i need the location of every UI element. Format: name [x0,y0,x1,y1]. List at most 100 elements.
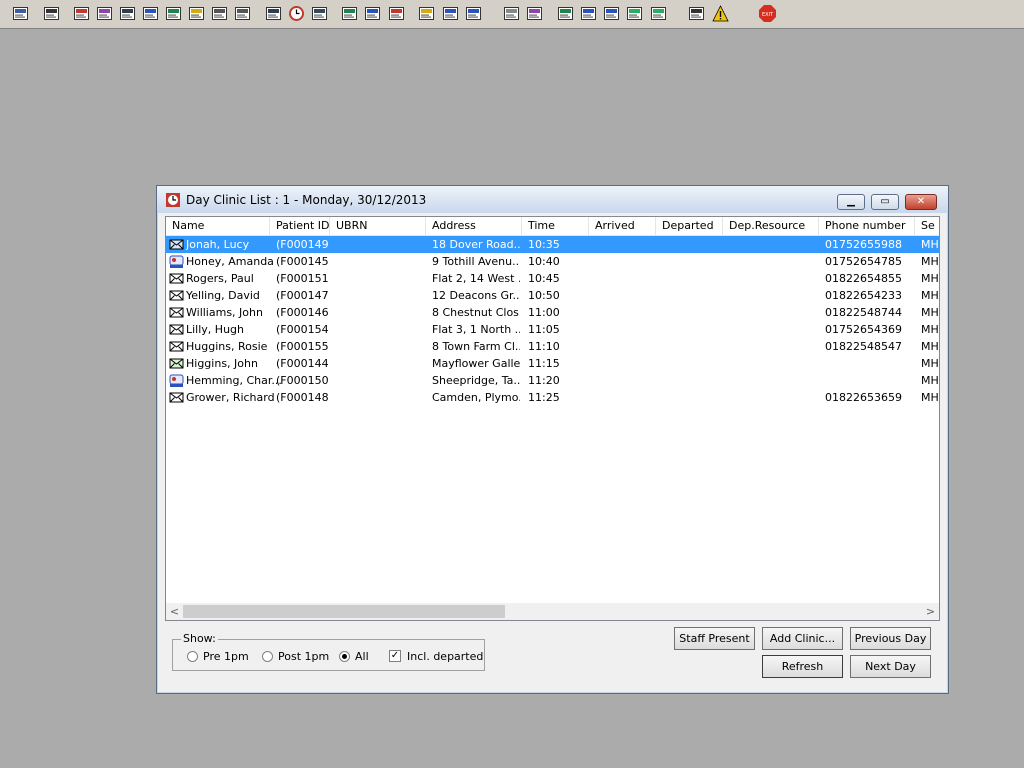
cell-time: 10:50 [528,289,560,302]
green-arrow-icon[interactable] [648,3,669,24]
staff-present-button[interactable]: Staff Present [674,627,755,650]
envelope-green-icon [169,358,184,369]
chart-icon[interactable] [339,3,360,24]
incl-departed-label[interactable]: Incl. departed [407,650,483,663]
cell-arrived [595,338,654,355]
incl-departed-checkbox[interactable]: ✓ [389,650,401,662]
minimize-button[interactable]: ▁ [837,194,865,210]
add-clinic-button[interactable]: Add Clinic... [762,627,843,650]
column-header-address[interactable]: Address [426,217,522,235]
table-row[interactable]: Rogers, Paul (F000151) Flat 2, 14 West ...… [166,270,939,287]
cell-phone: 01822653659 [825,391,902,404]
check-arrow-icon[interactable] [601,3,622,24]
post-1pm-radio[interactable] [262,651,273,662]
previous-day-button[interactable]: Previous Day [850,627,931,650]
cell-phone: 01752654785 [825,255,902,268]
cell-name: Rogers, Paul [186,272,254,285]
scroll-right-icon[interactable]: > [922,603,939,620]
cell-ubrn [336,236,424,253]
cell-pid: (F000148) [276,391,328,404]
column-header-dep-resource[interactable]: Dep.Resource [723,217,819,235]
exit-icon[interactable]: EXIT [757,3,778,24]
flag-alt-icon[interactable] [232,3,253,24]
cell-ubrn [336,270,424,287]
window-title: Day Clinic List : 1 - Monday, 30/12/2013 [186,193,427,207]
table-row[interactable]: Huggins, Rosie (F000155) 8 Town Farm Cl...… [166,338,939,355]
column-header-arrived[interactable]: Arrived [589,217,656,235]
envelope-icon [169,341,184,352]
printer-icon[interactable] [41,3,62,24]
close-button[interactable]: ✕ [905,194,937,210]
table-row[interactable]: Jonah, Lucy (F000149) 18 Dover Road... 10:3… [166,236,939,253]
clock-icon[interactable] [286,3,307,24]
transport-icon[interactable] [463,3,484,24]
table-row[interactable]: Grower, Richard (F000148) Camden, Plymo...… [166,389,939,406]
green-check-icon[interactable] [624,3,645,24]
globe-icon[interactable] [555,3,576,24]
cell-se: MH [921,323,939,336]
notes-icon[interactable] [416,3,437,24]
user-search-icon[interactable] [10,3,31,24]
cell-dep [729,372,817,389]
title-bar[interactable]: Day Clinic List : 1 - Monday, 30/12/2013… [157,186,948,213]
column-header-departed[interactable]: Departed [656,217,723,235]
cell-time: 11:25 [528,391,560,404]
refresh-button[interactable]: Refresh [762,655,843,678]
chat-icon[interactable] [362,3,383,24]
warning-icon[interactable] [710,3,731,24]
table-row[interactable]: Higgins, John (F000144) Mayflower Galle...… [166,355,939,372]
pre-1pm-radio[interactable] [187,651,198,662]
cell-se: MH [921,391,939,404]
document-icon[interactable] [501,3,522,24]
column-header-ubrn[interactable]: UBRN [330,217,426,235]
table-row[interactable]: Yelling, David (F000147) 12 Deacons Gr... 1… [166,287,939,304]
cell-ubrn [336,389,424,406]
cell-phone: 01822654855 [825,272,902,285]
car-icon[interactable] [440,3,461,24]
table-row[interactable]: Williams, John (F000146) 8 Chestnut Clos..… [166,304,939,321]
folder-view-icon[interactable] [117,3,138,24]
clinic-list[interactable]: Name Patient ID UBRN Address Time Arrived Depa… [165,216,940,621]
table-row[interactable]: Honey, Amanda (F000145) 9 Tothill Avenu...… [166,253,939,270]
cell-name: Grower, Richard [186,391,275,404]
column-header-se[interactable]: Se [915,217,939,235]
column-header-patient-id[interactable]: Patient ID [270,217,330,235]
cell-phone: 01752655988 [825,238,902,251]
horizontal-scrollbar[interactable]: < > [166,603,939,620]
monitor-icon[interactable] [309,3,330,24]
book-icon[interactable] [71,3,92,24]
flag-icon[interactable] [209,3,230,24]
bar-chart-icon[interactable] [524,3,545,24]
table-row[interactable]: Lilly, Hugh (F000154) Flat 3, 1 North ... 1… [166,321,939,338]
cell-name: Hemming, Char... [186,374,282,387]
cell-time: 10:40 [528,255,560,268]
next-day-button[interactable]: Next Day [850,655,931,678]
check-list-icon[interactable] [578,3,599,24]
column-header-time[interactable]: Time [522,217,589,235]
compass-icon[interactable] [386,3,407,24]
letter-m-icon[interactable] [140,3,161,24]
column-header-phone-number[interactable]: Phone number [819,217,915,235]
cell-se: MH [921,238,939,251]
scroll-left-icon[interactable]: < [166,603,183,620]
cell-address: 8 Town Farm Cl... [432,340,520,353]
swap-arrows-icon[interactable] [686,3,707,24]
cell-pid: (F000146) [276,306,328,319]
pre-1pm-label[interactable]: Pre 1pm [203,650,249,663]
cell-dep [729,321,817,338]
table-row[interactable]: Hemming, Char... (F000150) Sheepridge, Ta.… [166,372,939,389]
all-radio[interactable] [339,651,350,662]
envelope-icon[interactable] [263,3,284,24]
cell-arrived [595,321,654,338]
maximize-button[interactable]: ▭ [871,194,899,210]
notepad-edit-icon[interactable] [94,3,115,24]
column-header-name[interactable]: Name [166,217,270,235]
person-icon[interactable] [163,3,184,24]
all-label[interactable]: All [355,650,369,663]
cell-departed [662,321,721,338]
clipboard-icon[interactable] [186,3,207,24]
close-icon: ✕ [916,196,926,207]
cell-dep [729,338,817,355]
scrollbar-thumb[interactable] [183,605,505,618]
post-1pm-label[interactable]: Post 1pm [278,650,329,663]
